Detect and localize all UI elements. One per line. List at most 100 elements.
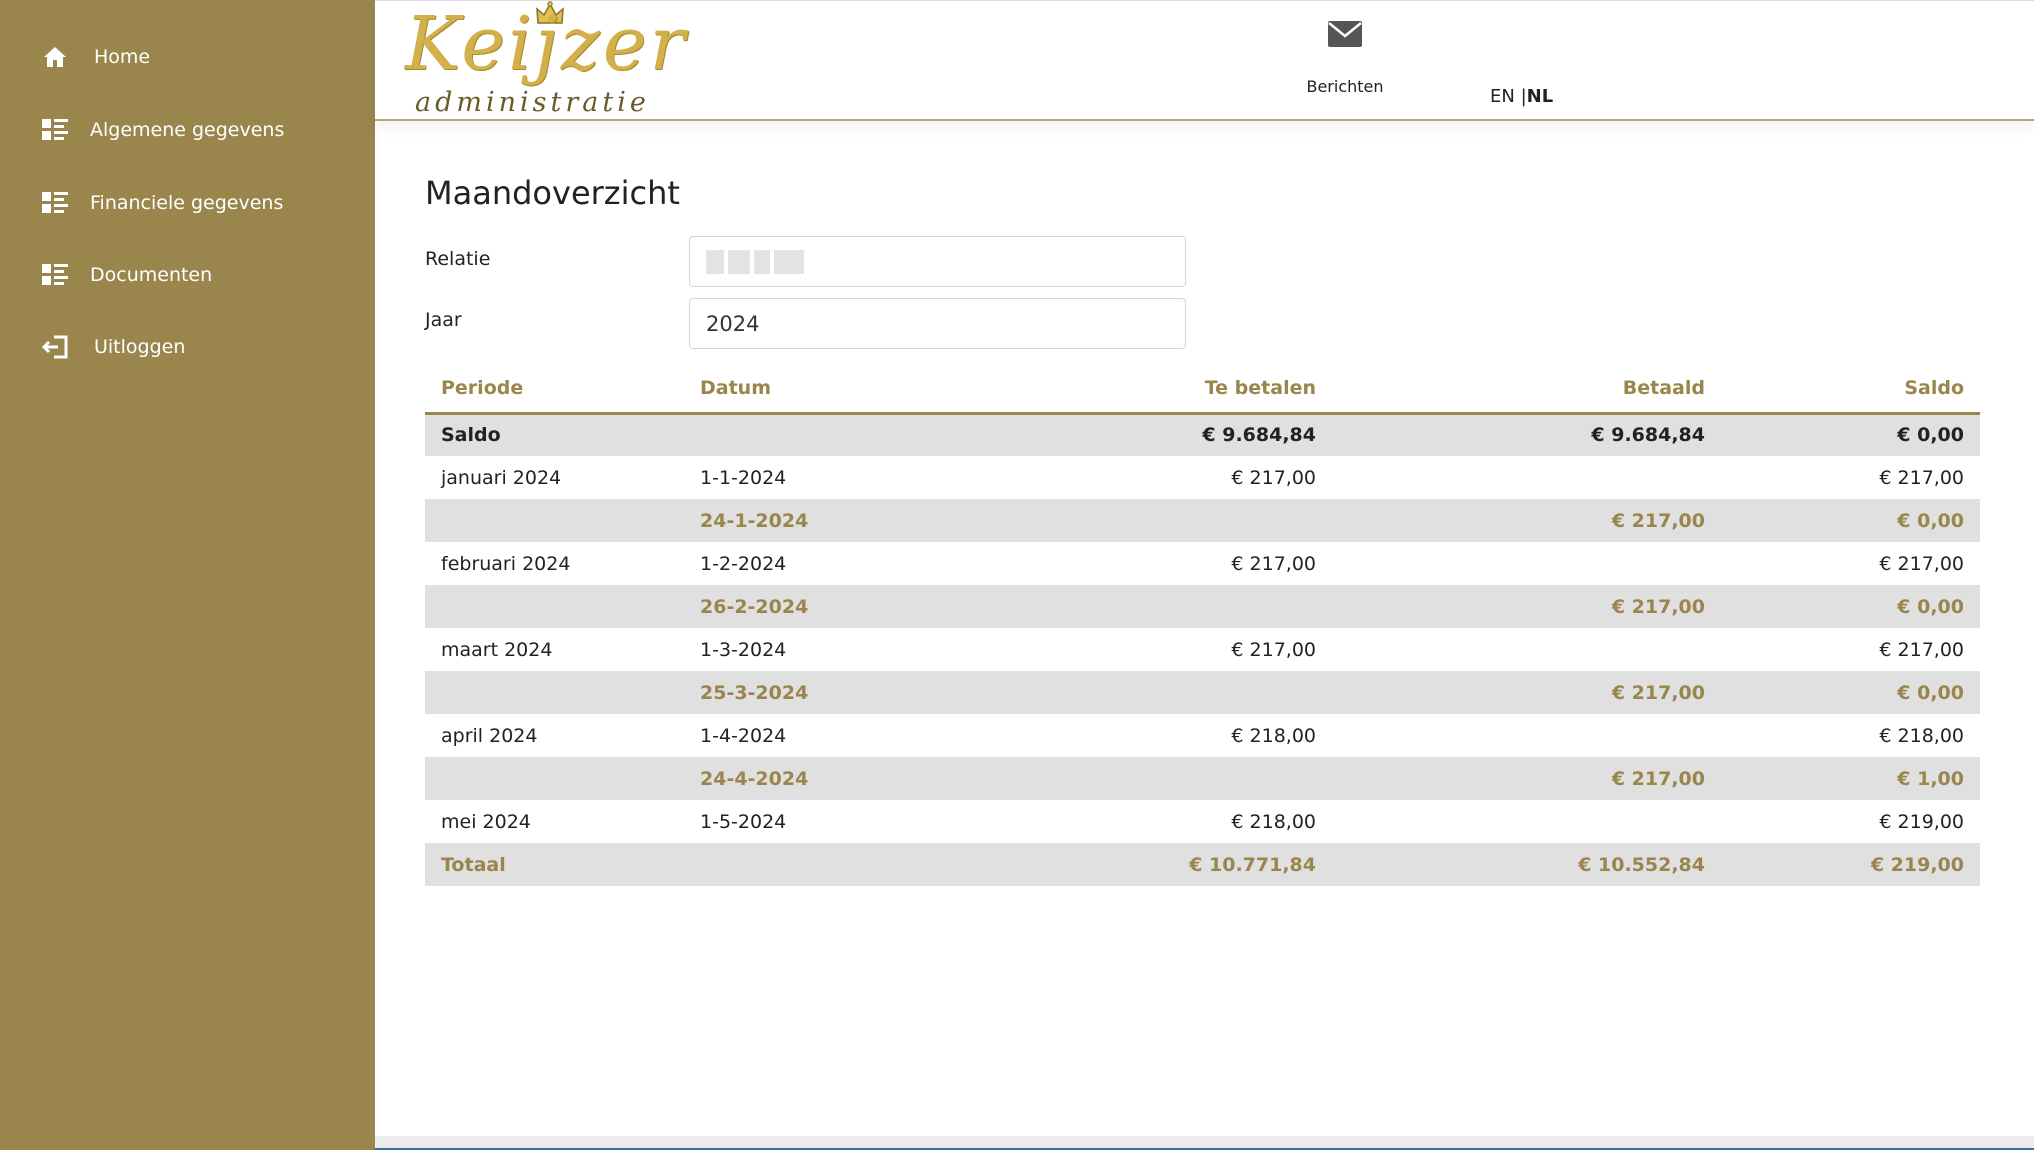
betaald-cell: € 10.552,84	[1332, 843, 1721, 886]
logo-subtitle: administratie	[415, 87, 650, 118]
logo-wordmark: Keijzer	[405, 1, 688, 87]
betaald-cell: € 217,00	[1332, 499, 1721, 542]
betaald-cell	[1332, 456, 1721, 499]
sidebar: Home Algemene gegevens Financiele gegeve…	[0, 0, 375, 1150]
lang-separator: |	[1514, 86, 1527, 107]
sidebar-item-home[interactable]: Home	[40, 43, 150, 71]
table-row: 25-3-2024 € 217,00 € 0,00	[425, 671, 1980, 714]
datum-cell: 25-3-2024	[684, 671, 943, 714]
betaald-cell	[1332, 800, 1721, 843]
sidebar-item-label: Documenten	[90, 264, 213, 286]
sidebar-item-documenten[interactable]: Documenten	[40, 261, 212, 289]
logout-icon	[40, 333, 70, 361]
te-betalen-cell: € 217,00	[943, 542, 1332, 585]
list-icon	[40, 189, 70, 217]
te-betalen-cell	[943, 757, 1332, 800]
datum-cell: 26-2-2024	[684, 585, 943, 628]
betaald-cell	[1332, 628, 1721, 671]
table-row: januari 2024 1-1-2024 € 217,00 € 217,00	[425, 456, 1980, 499]
betaald-cell: € 217,00	[1332, 585, 1721, 628]
table-row: 26-2-2024 € 217,00 € 0,00	[425, 585, 1980, 628]
sidebar-item-algemene-gegevens[interactable]: Algemene gegevens	[40, 116, 284, 144]
saldo-cell: € 0,00	[1721, 671, 1980, 714]
betaald-cell	[1332, 542, 1721, 585]
datum-cell: 1-2-2024	[684, 542, 943, 585]
betaald-cell: € 9.684,84	[1332, 413, 1721, 456]
table-header-row: Periode Datum Te betalen Betaald Saldo	[425, 365, 1980, 415]
periode-cell: Totaal	[425, 843, 684, 886]
saldo-cell: € 217,00	[1721, 628, 1980, 671]
page-title: Maandoverzicht	[425, 174, 680, 212]
table-row: mei 2024 1-5-2024 € 218,00 € 219,00	[425, 800, 1980, 843]
periode-cell: mei 2024	[425, 800, 684, 843]
header-betaald: Betaald	[1332, 365, 1721, 415]
saldo-cell: € 217,00	[1721, 542, 1980, 585]
relatie-field[interactable]	[689, 236, 1186, 287]
envelope-icon	[1328, 21, 1362, 47]
datum-cell: 1-3-2024	[684, 628, 943, 671]
jaar-field[interactable]: 2024	[689, 298, 1186, 349]
table-row: februari 2024 1-2-2024 € 217,00 € 217,00	[425, 542, 1980, 585]
datum-cell: 24-1-2024	[684, 499, 943, 542]
header-te-betalen: Te betalen	[943, 365, 1332, 415]
periode-cell: Saldo	[425, 413, 684, 456]
lang-en-link[interactable]: EN	[1490, 86, 1515, 107]
relatie-label: Relatie	[425, 248, 491, 270]
saldo-cell: € 0,00	[1721, 499, 1980, 542]
sidebar-item-uitloggen[interactable]: Uitloggen	[40, 333, 185, 361]
table-row: maart 2024 1-3-2024 € 217,00 € 217,00	[425, 628, 1980, 671]
table-row: 24-4-2024 € 217,00 € 1,00	[425, 757, 1980, 800]
betaald-cell: € 217,00	[1332, 671, 1721, 714]
main-content: Keijzer administratie Berichten EN |NL M…	[375, 0, 2034, 1136]
header-periode: Periode	[425, 365, 684, 415]
logo[interactable]: Keijzer administratie	[405, 1, 685, 119]
list-icon	[40, 116, 70, 144]
sidebar-item-financiele-gegevens[interactable]: Financiele gegevens	[40, 189, 283, 217]
saldo-cell: € 0,00	[1721, 585, 1980, 628]
table-row: april 2024 1-4-2024 € 218,00 € 218,00	[425, 714, 1980, 757]
saldo-cell: € 0,00	[1721, 413, 1980, 456]
top-header: Keijzer administratie Berichten EN |NL	[375, 0, 2034, 121]
te-betalen-cell: € 218,00	[943, 714, 1332, 757]
header-saldo: Saldo	[1721, 365, 1980, 415]
te-betalen-cell	[943, 499, 1332, 542]
home-icon	[40, 43, 70, 71]
lang-nl-link[interactable]: NL	[1527, 86, 1554, 107]
periode-cell: maart 2024	[425, 628, 684, 671]
table-row: 24-1-2024 € 217,00 € 0,00	[425, 499, 1980, 542]
betaald-cell	[1332, 714, 1721, 757]
list-icon	[40, 261, 70, 289]
redacted-value	[706, 249, 804, 274]
te-betalen-cell: € 10.771,84	[943, 843, 1332, 886]
datum-cell: 1-4-2024	[684, 714, 943, 757]
bottom-scrollbar	[375, 1136, 2034, 1150]
messages-label: Berichten	[1306, 77, 1384, 96]
sidebar-item-label: Home	[94, 46, 151, 68]
datum-cell: 24-4-2024	[684, 757, 943, 800]
te-betalen-cell	[943, 585, 1332, 628]
saldo-cell: € 219,00	[1721, 843, 1980, 886]
periode-cell: februari 2024	[425, 542, 684, 585]
sidebar-item-label: Uitloggen	[94, 336, 186, 358]
datum-cell: 1-1-2024	[684, 456, 943, 499]
table-row: Totaal € 10.771,84 € 10.552,84 € 219,00	[425, 843, 1980, 886]
periode-cell	[425, 671, 684, 714]
periode-cell: april 2024	[425, 714, 684, 757]
betaald-cell: € 217,00	[1332, 757, 1721, 800]
periode-cell	[425, 757, 684, 800]
datum-cell	[684, 413, 943, 456]
saldo-cell: € 1,00	[1721, 757, 1980, 800]
datum-cell: 1-5-2024	[684, 800, 943, 843]
te-betalen-cell: € 217,00	[943, 628, 1332, 671]
te-betalen-cell: € 9.684,84	[943, 413, 1332, 456]
te-betalen-cell: € 217,00	[943, 456, 1332, 499]
messages-link[interactable]: Berichten	[1295, 21, 1395, 96]
saldo-cell: € 218,00	[1721, 714, 1980, 757]
te-betalen-cell: € 218,00	[943, 800, 1332, 843]
periode-cell	[425, 585, 684, 628]
sidebar-item-label: Financiele gegevens	[90, 192, 284, 214]
periode-cell: januari 2024	[425, 456, 684, 499]
language-switcher: EN |NL	[1490, 86, 1553, 107]
saldo-cell: € 217,00	[1721, 456, 1980, 499]
jaar-label: Jaar	[425, 309, 462, 331]
